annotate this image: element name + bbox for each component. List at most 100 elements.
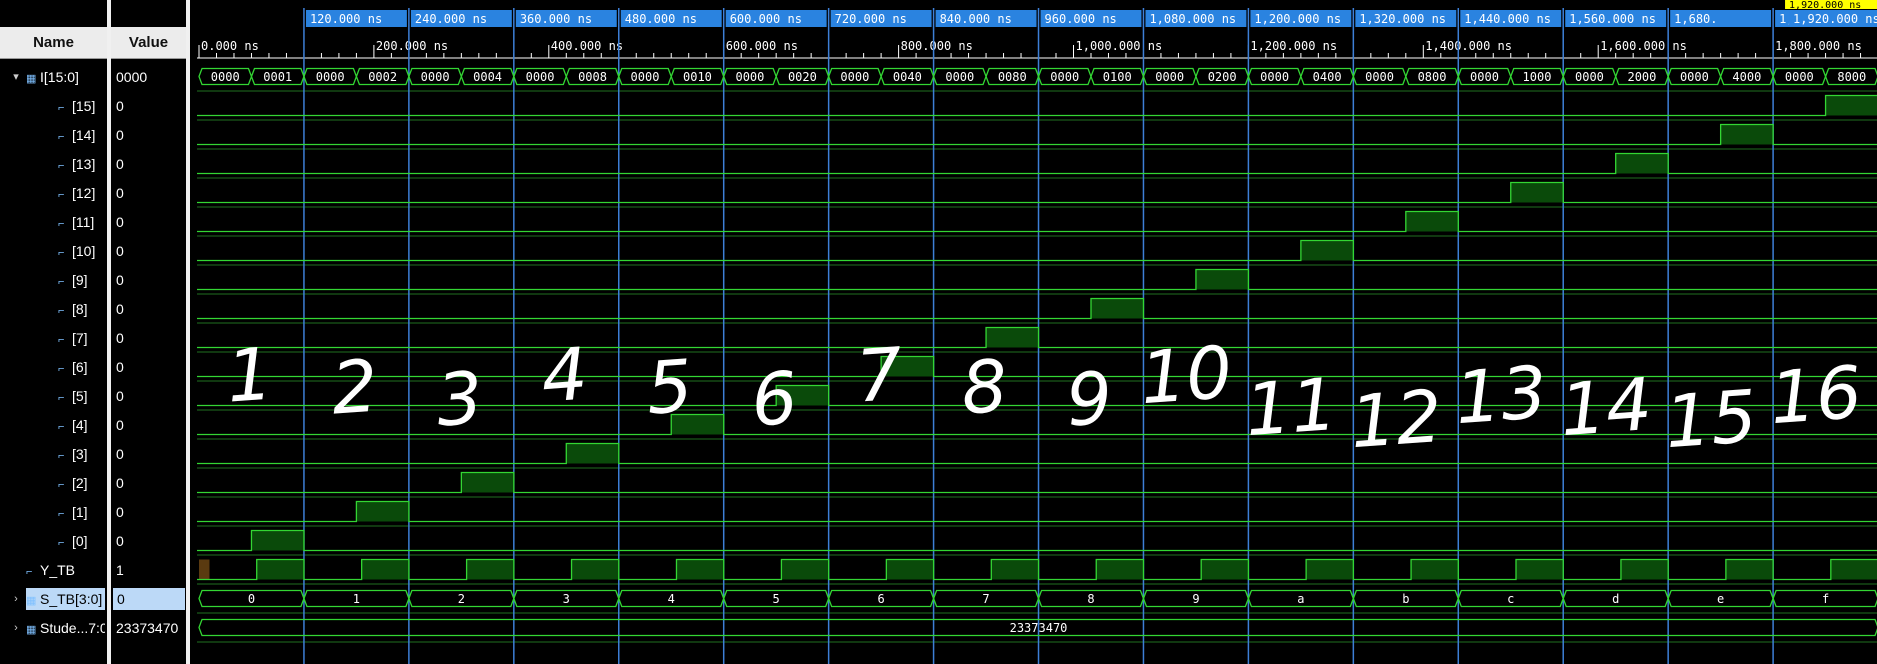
- bus-I-value: 0000: [1260, 70, 1289, 84]
- handwritten-annotation: 14: [1557, 362, 1654, 452]
- marker-label: 1,200.000 ns: [1254, 12, 1341, 26]
- bus-S-value: c: [1507, 592, 1514, 606]
- bit-waveform: [197, 181, 1877, 204]
- ruler-tick-label: 1,200.000 ns: [1250, 39, 1337, 53]
- signal-name[interactable]: ⌐ [13]: [58, 153, 105, 175]
- signal-name[interactable]: ⌐ [12]: [58, 182, 105, 204]
- bus-S-value: 9: [1192, 592, 1199, 606]
- value-column-header[interactable]: Value: [111, 27, 186, 59]
- signal-name[interactable]: ⌐ [6]: [58, 356, 105, 378]
- signal-name-label: [1]: [72, 503, 88, 520]
- signal-name[interactable]: ⌐ [4]: [58, 414, 105, 436]
- marker-label: 480.000 ns: [625, 12, 697, 26]
- signal-value[interactable]: 0: [116, 443, 186, 465]
- bit-high-fill: [1300, 240, 1354, 261]
- bit-signal-icon: ⌐: [58, 362, 65, 375]
- signal-value[interactable]: 0000: [116, 66, 186, 88]
- y-high-fill: [1515, 559, 1564, 580]
- signal-name-label: [6]: [72, 358, 88, 375]
- signal-value[interactable]: 0: [116, 414, 186, 436]
- signal-name[interactable]: ▦ Stude...7:0: [26, 617, 105, 639]
- signal-value[interactable]: 0: [116, 356, 186, 378]
- signal-name[interactable]: ⌐ [15]: [58, 95, 105, 117]
- signal-value[interactable]: 1: [116, 559, 186, 581]
- bus-I-value: 2000: [1627, 70, 1656, 84]
- handwritten-annotation: 6: [749, 356, 801, 443]
- signal-value[interactable]: 0: [116, 530, 186, 552]
- bus-I-value: 0800: [1418, 70, 1447, 84]
- bit-signal-icon: ⌐: [58, 246, 65, 259]
- signal-name[interactable]: ⌐ [1]: [58, 501, 105, 523]
- column-divider[interactable]: [107, 0, 111, 664]
- signal-value[interactable]: 0: [116, 211, 186, 233]
- bit-signal-icon: ⌐: [58, 449, 65, 462]
- signal-name[interactable]: ⌐ [3]: [58, 443, 105, 465]
- y-high-fill: [991, 559, 1039, 580]
- expand-toggle-icon[interactable]: ›: [10, 617, 22, 639]
- bus-I-value: 1000: [1523, 70, 1552, 84]
- bus-signal-icon: ▦: [26, 623, 37, 636]
- y-high-fill: [676, 559, 724, 580]
- cursor-time-label: 1,920.000 ns: [1789, 0, 1861, 11]
- waveform-panel[interactable]: 0.000 ns 200.000 ns 400.000 ns 600.000 ns 80…: [197, 0, 1877, 664]
- signal-name-label: Stude...7:0: [40, 619, 105, 636]
- handwritten-annotation: 10: [1138, 330, 1235, 420]
- signal-value[interactable]: 0: [116, 385, 186, 407]
- handwritten-annotation: 5: [644, 344, 696, 431]
- signal-value[interactable]: 23373470: [116, 617, 186, 639]
- y-high-fill: [1725, 559, 1774, 580]
- expand-toggle-icon[interactable]: ▾: [10, 66, 22, 88]
- marker-label: 600.000 ns: [730, 12, 802, 26]
- signal-name[interactable]: ⌐ [2]: [58, 472, 105, 494]
- signal-value[interactable]: 0: [116, 472, 186, 494]
- signal-name[interactable]: ▦ I[15:0]: [26, 66, 105, 88]
- signal-name-label: Y_TB: [40, 561, 76, 578]
- handwritten-annotation: 4: [539, 332, 591, 419]
- signal-value[interactable]: 0: [116, 153, 186, 175]
- bus-I-value: 0000: [1470, 70, 1499, 84]
- marker-label: 960.000 ns: [1045, 12, 1117, 26]
- signal-value[interactable]: 0: [116, 124, 186, 146]
- signal-name[interactable]: ⌐ Y_TB: [26, 559, 105, 581]
- signal-value[interactable]: 0: [116, 240, 186, 262]
- bit-high-fill: [461, 472, 514, 493]
- signal-name[interactable]: ⌐ [8]: [58, 298, 105, 320]
- signal-name[interactable]: ▦ S_TB[3:0]: [26, 587, 105, 610]
- waveform-canvas[interactable]: 0.000 ns 200.000 ns 400.000 ns 600.000 ns 80…: [197, 0, 1877, 664]
- signal-value[interactable]: 0: [116, 182, 186, 204]
- signal-name[interactable]: ⌐ [5]: [58, 385, 105, 407]
- handwritten-annotation: 8: [959, 344, 1011, 431]
- ruler-tick-label: 1,600.000 ns: [1600, 39, 1687, 53]
- signal-name-label: [15]: [72, 97, 96, 114]
- ruler-tick-label: 800.000 ns: [901, 39, 973, 53]
- signal-name[interactable]: ⌐ [14]: [58, 124, 105, 146]
- bit-signal-icon: ⌐: [26, 565, 33, 578]
- signal-value[interactable]: 0: [116, 298, 186, 320]
- value-header-label: Value: [128, 34, 169, 51]
- bus-I-value: 0000: [945, 70, 974, 84]
- bus-I-value: 0010: [683, 70, 712, 84]
- signal-name[interactable]: ⌐ [7]: [58, 327, 105, 349]
- signal-value[interactable]: 0: [116, 327, 186, 349]
- signal-name[interactable]: ⌐ [11]: [58, 211, 105, 233]
- signal-value[interactable]: 0: [113, 587, 185, 610]
- bit-waveform: [197, 94, 1877, 117]
- panel-divider[interactable]: [186, 0, 190, 664]
- bit-signal-icon: ⌐: [58, 188, 65, 201]
- bit-signal-icon: ⌐: [58, 130, 65, 143]
- signal-value[interactable]: 0: [116, 95, 186, 117]
- bus-I-value: 0008: [578, 70, 607, 84]
- signal-name[interactable]: ⌐ [9]: [58, 269, 105, 291]
- signal-name[interactable]: ⌐ [10]: [58, 240, 105, 262]
- signal-value[interactable]: 0: [116, 269, 186, 291]
- signal-name[interactable]: ⌐ [0]: [58, 530, 105, 552]
- expand-toggle-icon[interactable]: ›: [10, 588, 22, 610]
- bit-signal-icon: ⌐: [58, 304, 65, 317]
- y-high-fill: [781, 559, 829, 580]
- marker-label: 1,320.000 ns: [1359, 12, 1446, 26]
- bus-I-value: 4000: [1732, 70, 1761, 84]
- bus-I-value: 0020: [788, 70, 817, 84]
- bit-high-fill: [1510, 182, 1564, 203]
- name-column-header[interactable]: Name: [0, 27, 107, 59]
- signal-value[interactable]: 0: [116, 501, 186, 523]
